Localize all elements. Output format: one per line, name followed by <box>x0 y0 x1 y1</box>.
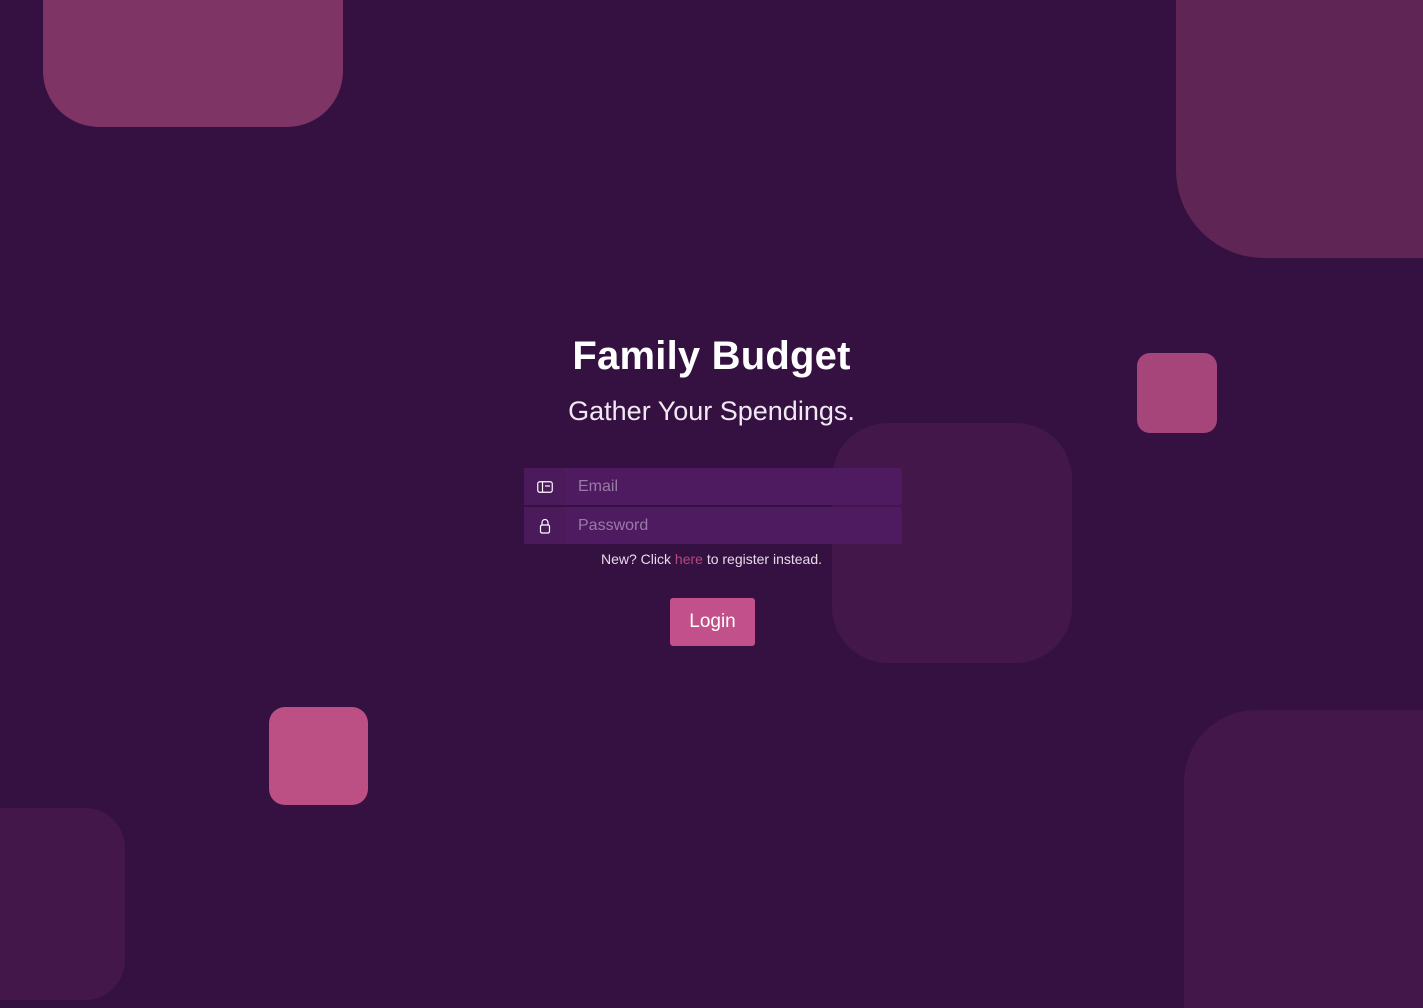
app-title: Family Budget <box>572 334 851 378</box>
decorative-shape <box>0 808 125 1000</box>
app-subtitle: Gather Your Spendings. <box>568 396 855 426</box>
register-hint: New? Click here to register instead. <box>0 551 1423 567</box>
register-prefix: New? Click <box>601 551 675 567</box>
password-input[interactable] <box>566 507 902 544</box>
decorative-shape <box>43 0 343 127</box>
decorative-shape <box>1176 0 1423 258</box>
email-field-group <box>524 468 902 505</box>
decorative-shape <box>1184 710 1423 1008</box>
email-input[interactable] <box>566 468 902 505</box>
password-field-group <box>524 507 902 544</box>
login-button[interactable]: Login <box>670 598 755 646</box>
decorative-shape <box>269 707 368 805</box>
register-link[interactable]: here <box>675 551 703 567</box>
id-card-icon <box>524 468 566 505</box>
lock-icon <box>524 507 566 544</box>
register-suffix: to register instead. <box>702 551 822 567</box>
login-page: Family Budget Gather Your Spendings. Ema… <box>0 0 1423 1008</box>
